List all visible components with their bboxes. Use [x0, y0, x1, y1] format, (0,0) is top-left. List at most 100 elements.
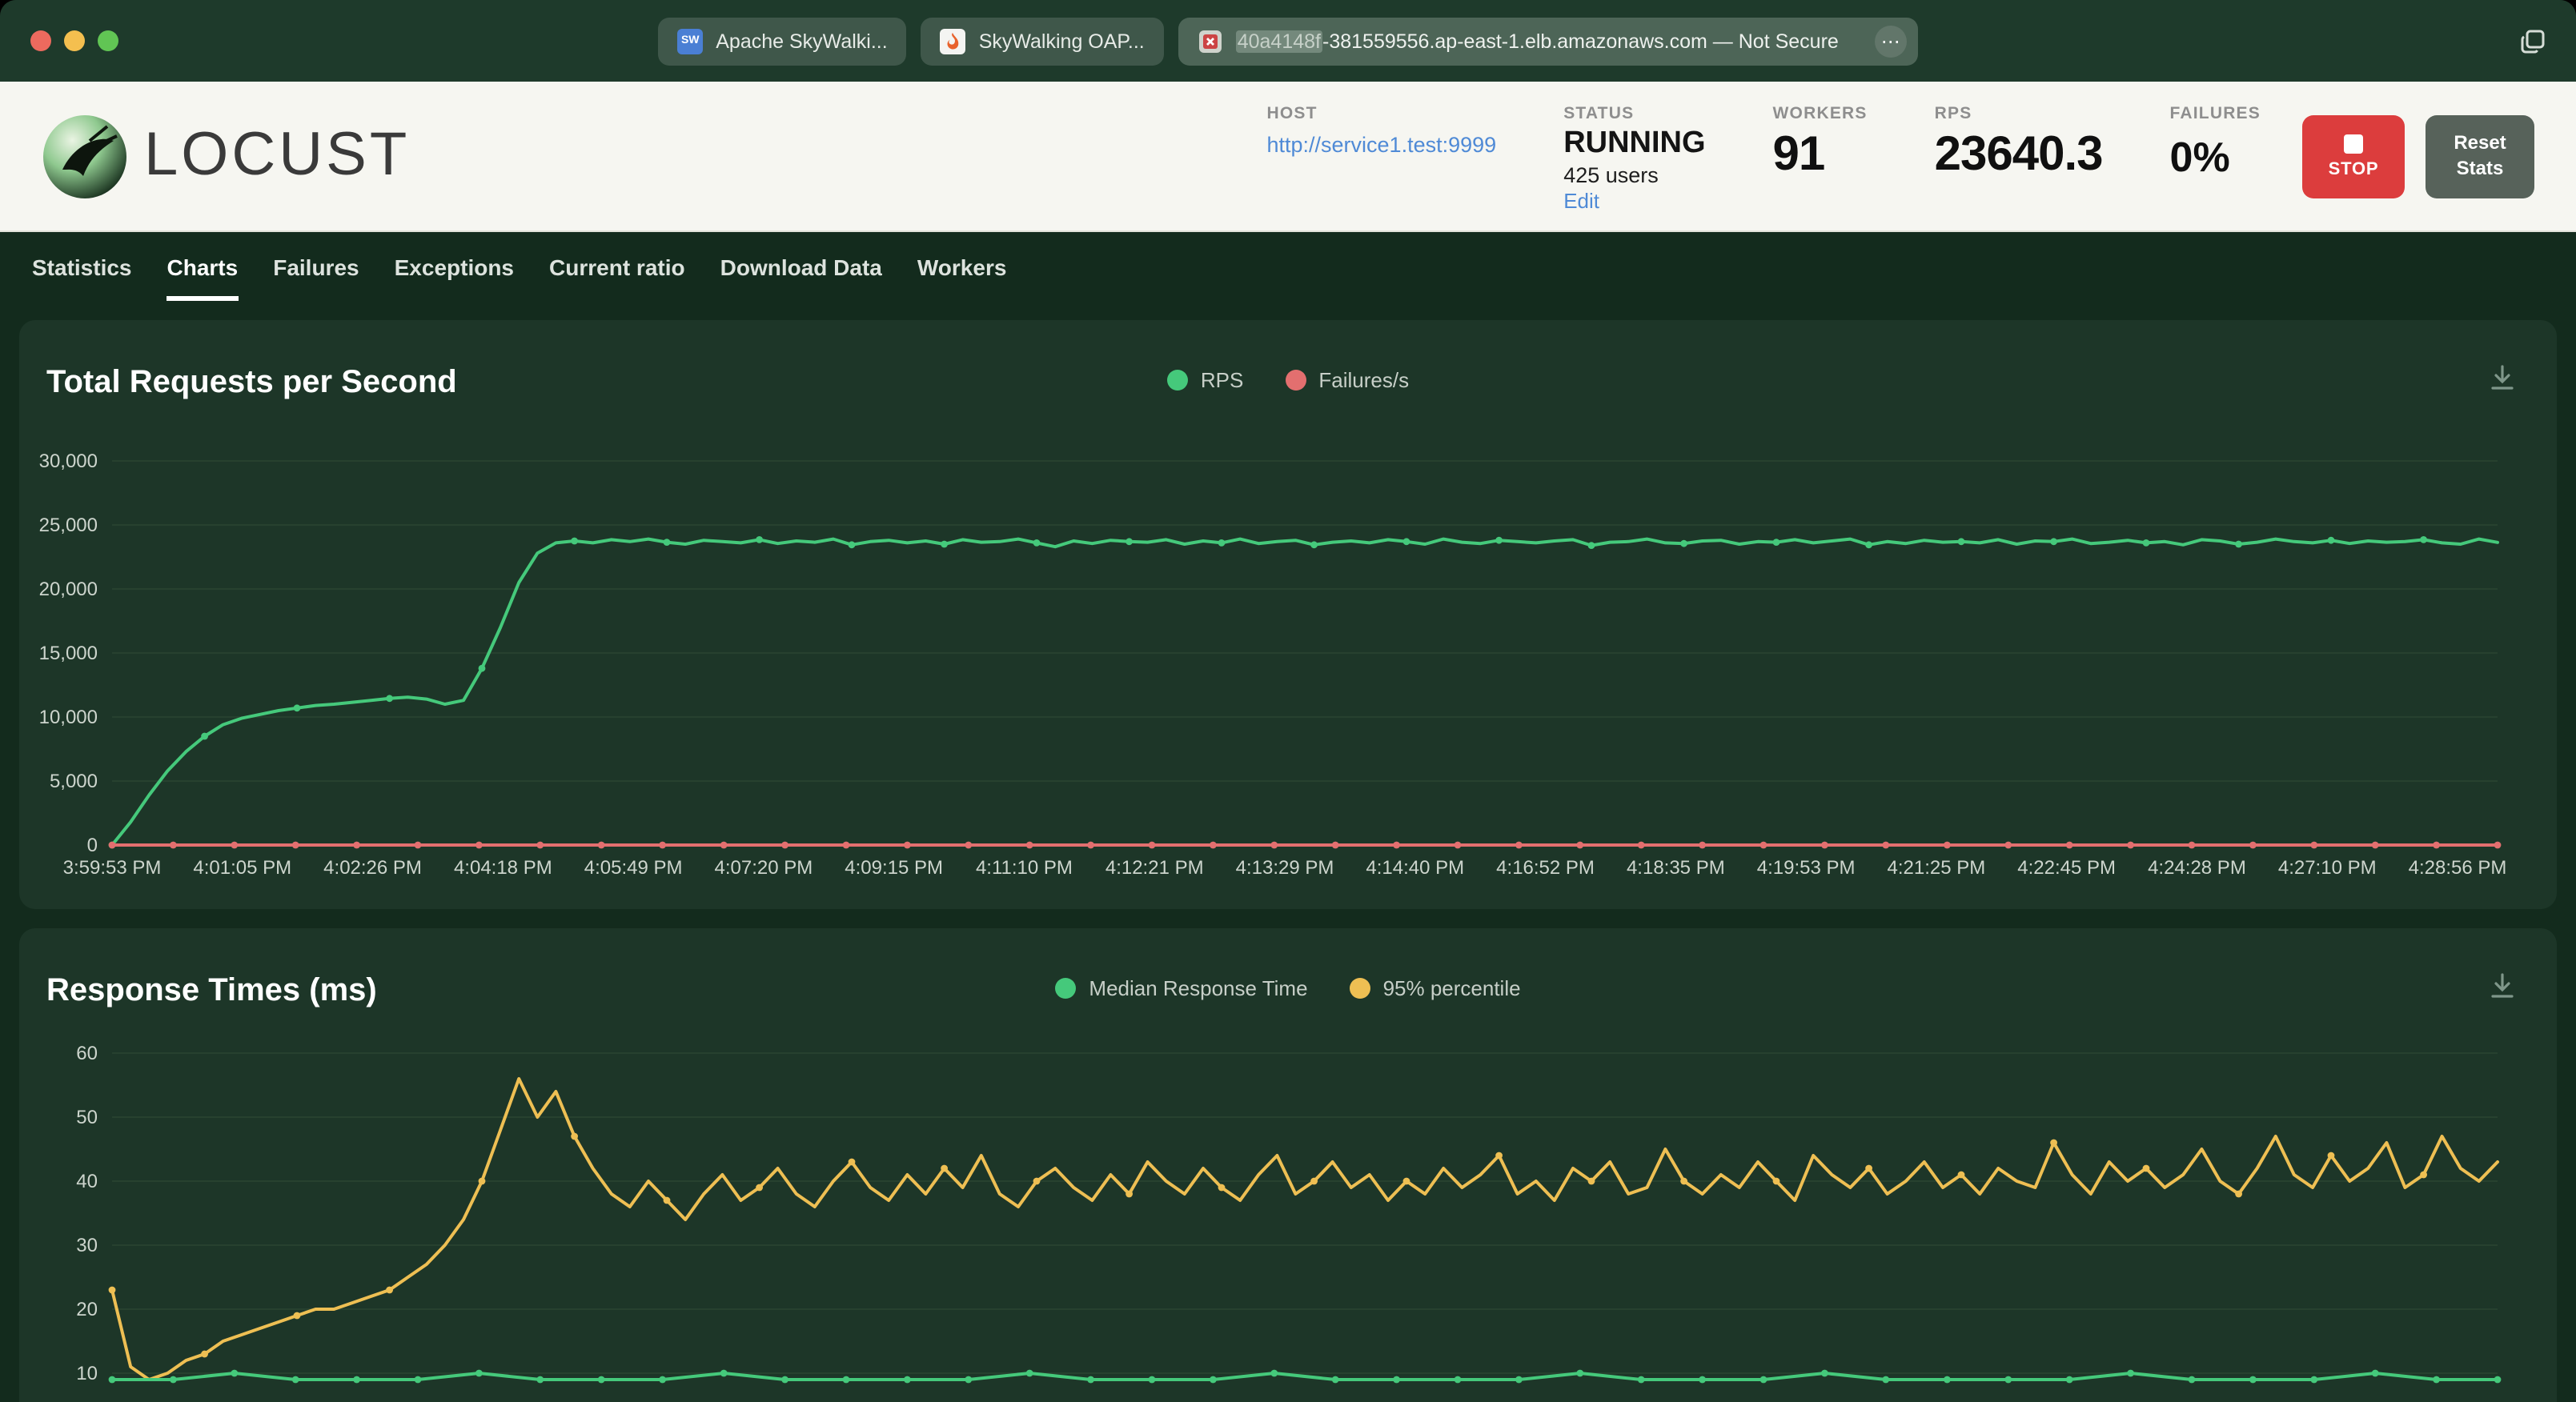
- locust-logo-icon: [43, 114, 126, 198]
- browser-tab-active-locust[interactable]: 40a4148f -381559556.ap-east-1.elb.amazona…: [1178, 17, 1918, 65]
- address-url: 40a4148f -381559556.ap-east-1.elb.amazona…: [1235, 30, 1839, 52]
- svg-text:4:21:25 PM: 4:21:25 PM: [1888, 857, 1986, 879]
- site-favicon-icon: [1198, 28, 1223, 54]
- tab-failures[interactable]: Failures: [273, 232, 359, 301]
- download-chart-icon[interactable]: [2486, 362, 2518, 394]
- legend-median[interactable]: Median Response Time: [1055, 976, 1308, 1000]
- status-stat: STATUS RUNNING 425 users Edit: [1563, 103, 1705, 212]
- workers-value: 91: [1772, 127, 1826, 180]
- svg-text:4:27:10 PM: 4:27:10 PM: [2278, 857, 2377, 879]
- svg-text:4:24:28 PM: 4:24:28 PM: [2148, 857, 2246, 879]
- median-legend-dot-icon: [1055, 978, 1077, 999]
- main-nav: Statistics Charts Failures Exceptions Cu…: [0, 232, 2576, 301]
- tab-title: Apache SkyWalki...: [716, 30, 888, 52]
- flame-favicon-icon: [940, 28, 966, 54]
- workers-label: WORKERS: [1772, 103, 1868, 122]
- tab-workers[interactable]: Workers: [917, 232, 1007, 301]
- tab-current-ratio[interactable]: Current ratio: [549, 232, 685, 301]
- more-options-icon[interactable]: ⋯: [1874, 25, 1907, 57]
- svg-text:4:19:53 PM: 4:19:53 PM: [1757, 857, 1856, 879]
- failures-label: FAILURES: [2169, 103, 2261, 122]
- svg-text:10,000: 10,000: [39, 707, 98, 728]
- svg-text:60: 60: [76, 1043, 98, 1064]
- svg-text:4:01:05 PM: 4:01:05 PM: [193, 857, 291, 879]
- svg-text:4:12:21 PM: 4:12:21 PM: [1105, 857, 1204, 879]
- svg-text:40: 40: [76, 1171, 98, 1192]
- browser-tab-skywalking-oap[interactable]: SkyWalking OAP...: [921, 17, 1164, 65]
- browser-tab-bar: SW Apache SkyWalki... SkyWalking OAP...: [0, 0, 2576, 82]
- svg-text:4:22:45 PM: 4:22:45 PM: [2017, 857, 2116, 879]
- rps-chart: 0 5,000 10,000 15,000 20,000 25,000 30,000 3:59…: [19, 320, 2557, 909]
- svg-text:0: 0: [87, 835, 98, 856]
- url-highlight: 40a4148f: [1235, 30, 1322, 52]
- host-link[interactable]: http://service1.test:9999: [1267, 132, 1497, 156]
- tab-exceptions[interactable]: Exceptions: [395, 232, 514, 301]
- svg-text:15,000: 15,000: [39, 643, 98, 664]
- legend-rps[interactable]: RPS: [1166, 368, 1243, 392]
- response-times-panel: Response Times (ms) Median Response Time…: [19, 928, 2557, 1402]
- svg-text:4:05:49 PM: 4:05:49 PM: [584, 857, 683, 879]
- close-button[interactable]: [30, 30, 51, 51]
- svg-text:4:07:20 PM: 4:07:20 PM: [715, 857, 813, 879]
- svg-text:50: 50: [76, 1107, 98, 1128]
- svg-text:4:13:29 PM: 4:13:29 PM: [1236, 857, 1334, 879]
- svg-text:4:28:56 PM: 4:28:56 PM: [2409, 857, 2507, 879]
- host-label: HOST: [1266, 103, 1318, 122]
- percentile-legend-dot-icon: [1349, 978, 1370, 999]
- skywalking-favicon-icon: SW: [677, 28, 704, 54]
- workers-stat: WORKERS 91: [1773, 103, 1868, 182]
- browser-window: SW Apache SkyWalki... SkyWalking OAP...: [0, 0, 2576, 1402]
- svg-text:4:14:40 PM: 4:14:40 PM: [1366, 857, 1464, 879]
- svg-text:10: 10: [76, 1363, 98, 1384]
- tab-title: SkyWalking OAP...: [978, 30, 1145, 52]
- browser-tab-skywalking-ui[interactable]: SW Apache SkyWalki...: [658, 17, 907, 65]
- rps-stat: RPS 23640.3: [1934, 103, 2104, 182]
- chart-legend: RPS Failures/s: [19, 368, 2557, 392]
- failures-legend-dot-icon: [1285, 370, 1306, 391]
- chart-legend: Median Response Time 95% percentile: [19, 976, 2557, 1000]
- rps-legend-dot-icon: [1166, 370, 1188, 391]
- tab-statistics[interactable]: Statistics: [32, 232, 132, 301]
- svg-text:4:09:15 PM: 4:09:15 PM: [845, 857, 943, 879]
- rps-chart-panel: Total Requests per Second RPS Failures/s…: [19, 320, 2557, 909]
- host-stat: HOST http://service1.test:9999: [1267, 103, 1497, 156]
- window-controls: [30, 0, 118, 82]
- rps-value: 23640.3: [1934, 127, 2104, 180]
- header-buttons: STOP Reset Stats: [2302, 114, 2534, 198]
- svg-text:4:02:26 PM: 4:02:26 PM: [323, 857, 422, 879]
- tab-charts[interactable]: Charts: [167, 232, 239, 301]
- svg-text:5,000: 5,000: [50, 771, 98, 792]
- minimize-button[interactable]: [64, 30, 85, 51]
- tab-strip: SW Apache SkyWalki... SkyWalking OAP...: [658, 17, 1918, 65]
- download-chart-icon[interactable]: [2486, 970, 2518, 1002]
- legend-percentile[interactable]: 95% percentile: [1349, 976, 1521, 1000]
- header-stats: HOST http://service1.test:9999 STATUS RU…: [1267, 100, 2261, 212]
- svg-text:4:11:10 PM: 4:11:10 PM: [976, 857, 1073, 879]
- svg-text:30,000: 30,000: [39, 451, 98, 472]
- locust-logo: LOCUST: [42, 113, 410, 199]
- status-value: RUNNING: [1563, 126, 1706, 159]
- rps-label: RPS: [1934, 103, 1972, 122]
- svg-text:3:59:53 PM: 3:59:53 PM: [63, 857, 162, 879]
- status-label: STATUS: [1563, 103, 1635, 122]
- svg-text:4:16:52 PM: 4:16:52 PM: [1496, 857, 1595, 879]
- svg-text:4:18:35 PM: 4:18:35 PM: [1627, 857, 1725, 879]
- legend-failures[interactable]: Failures/s: [1285, 368, 1409, 392]
- charts-page: Total Requests per Second RPS Failures/s…: [0, 301, 2576, 1402]
- copy-tabs-icon[interactable]: [2518, 26, 2547, 55]
- user-count: 425 users: [1563, 162, 1659, 186]
- zoom-button[interactable]: [98, 30, 118, 51]
- reset-stats-button[interactable]: Reset Stats: [2426, 114, 2534, 198]
- failures-stat: FAILURES 0%: [2170, 103, 2261, 182]
- svg-text:25,000: 25,000: [39, 515, 98, 536]
- svg-text:4:04:18 PM: 4:04:18 PM: [454, 857, 552, 879]
- stop-icon: [2344, 134, 2363, 153]
- stop-button[interactable]: STOP: [2302, 114, 2405, 198]
- svg-text:20: 20: [76, 1299, 98, 1320]
- failures-value: 0%: [2169, 132, 2230, 180]
- svg-text:30: 30: [76, 1235, 98, 1256]
- logo-wordmark: LOCUST: [144, 122, 411, 189]
- tab-download-data[interactable]: Download Data: [720, 232, 882, 301]
- svg-text:20,000: 20,000: [39, 579, 98, 600]
- edit-users-link[interactable]: Edit: [1563, 188, 1705, 212]
